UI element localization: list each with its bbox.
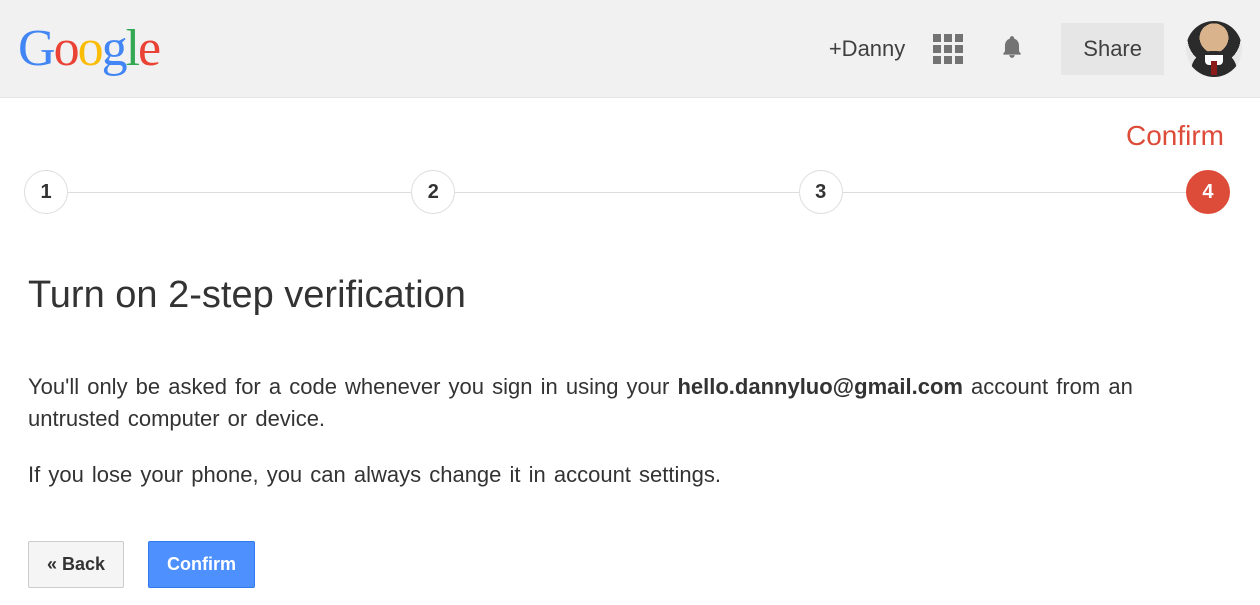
step-line [843,192,1186,193]
step-1: 1 [24,170,68,214]
account-avatar[interactable] [1186,21,1242,77]
share-button[interactable]: Share [1061,23,1164,75]
step-line [455,192,798,193]
apps-grid-icon[interactable] [933,34,963,64]
account-email: hello.dannyluo@gmail.com [677,374,962,399]
header-bar: Google +Danny Share [0,0,1260,98]
back-button[interactable]: « Back [28,541,124,588]
confirm-button[interactable]: Confirm [148,541,255,588]
step-heading: Confirm [1126,120,1224,151]
description-line-2: If you lose your phone, you can always c… [28,459,1232,491]
progress-steps: 1 2 3 4 [0,152,1260,214]
page-title: Turn on 2-step verification [28,274,1232,317]
button-row: « Back Confirm [28,541,1232,588]
description-line-1: You'll only be asked for a code whenever… [28,371,1232,435]
step-heading-wrapper: Confirm [0,98,1260,152]
step-2: 2 [411,170,455,214]
step-line [68,192,411,193]
desc-part1: You'll only be asked for a code whenever… [28,374,677,399]
google-logo[interactable]: Google [18,19,159,79]
profile-link[interactable]: +Danny [829,36,905,62]
step-4: 4 [1186,170,1230,214]
main-content: Turn on 2-step verification You'll only … [0,214,1260,588]
step-3: 3 [799,170,843,214]
notifications-bell-icon[interactable] [997,34,1027,64]
